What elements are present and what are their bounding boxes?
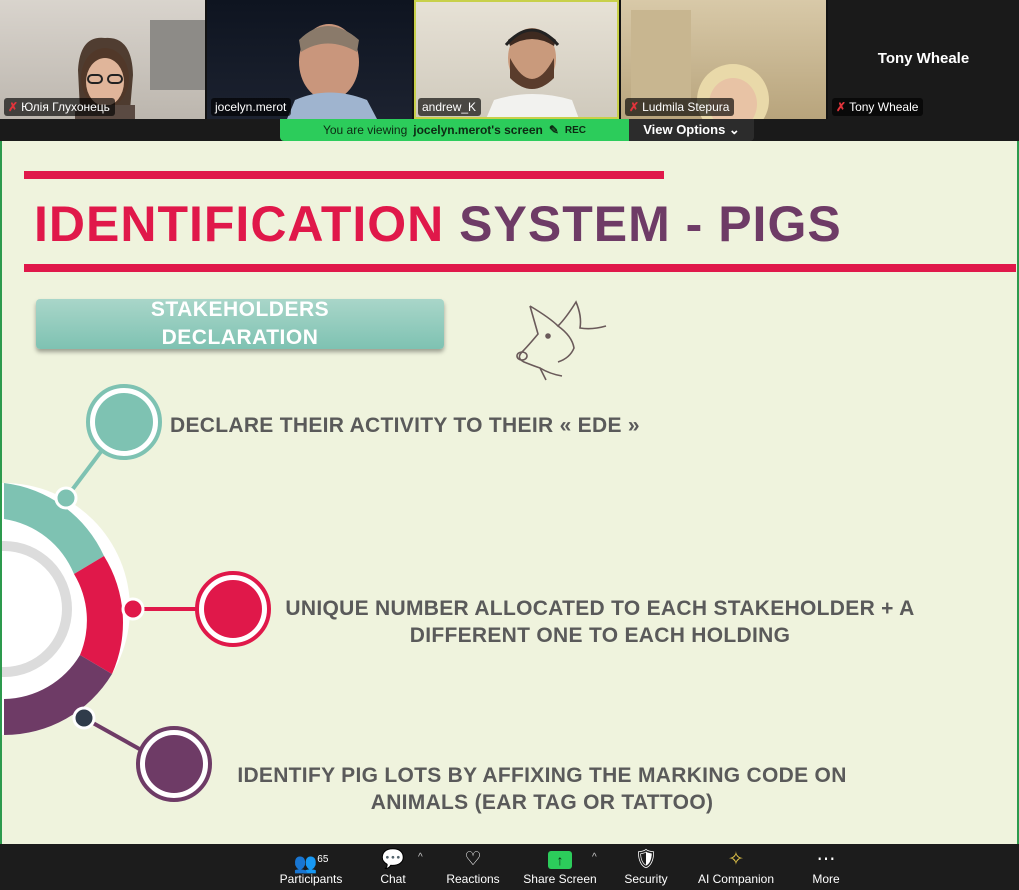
mic-off-icon: ✎ [548, 123, 559, 137]
video-tile-andrew[interactable]: andrew_K [414, 0, 619, 119]
bullet-3-line2: ANIMALS (EAR TAG OR TATTOO) [370, 791, 714, 814]
participant-name: andrew_K [418, 98, 482, 116]
video-tile-ludmila[interactable]: ✗ Ludmila Stepura [621, 0, 826, 119]
more-button[interactable]: ⋯ More [806, 846, 846, 890]
bullet-2: UNIQUE NUMBER ALLOCATED TO EACH STAKEHOL… [270, 595, 930, 649]
title-part1: IDENTIFICATION [34, 196, 445, 252]
share-screen-label: Share Screen [523, 872, 597, 886]
participant-name: jocelyn.merot [211, 98, 292, 116]
participant-count: 65 [317, 854, 329, 865]
bullet-1-text: DECLARE THEIR ACTIVITY TO THEIR « EDE » [170, 414, 640, 437]
top-rule [24, 171, 664, 179]
security-button[interactable]: 🛡 Security [620, 846, 672, 890]
view-options-button[interactable]: View Options ⌄ [629, 119, 754, 141]
sparkle-icon: ✧ [728, 849, 744, 870]
bullet-3-line1: IDENTIFY PIG LOTS BY AFFIXING THE MARKIN… [237, 764, 847, 787]
title-underline [24, 264, 1016, 272]
participants-label: Participants [279, 872, 343, 886]
chat-icon: 💬 [381, 849, 405, 870]
bullet-2-line1: UNIQUE NUMBER ALLOCATED TO EACH STAKEHOL… [285, 597, 915, 620]
pig-icon [516, 300, 607, 381]
screen-share-banner: You are viewing jocelyn.merot's screen ✎… [280, 119, 629, 141]
participants-button[interactable]: 👥65 Participants [276, 846, 346, 890]
stakeholders-declaration-box: STAKEHOLDERS DECLARATION [36, 298, 444, 349]
title-part2: SYSTEM - PIGS [459, 196, 842, 252]
ai-companion-button[interactable]: ✧ AI Companion [694, 846, 778, 890]
video-strip: ✗ Юлія Глухонець jocelyn.merot andrew_K ✗… [0, 0, 1019, 119]
mic-off-icon: ✗ [629, 100, 640, 114]
share-screen-icon: ↑ [522, 846, 598, 872]
meeting-toolbar: 👥65 Participants 💬 Chat ^ ♡ Reactions ↑ … [0, 844, 1019, 890]
heart-icon: ♡ [464, 849, 482, 870]
more-icon: ⋯ [816, 849, 836, 870]
participant-name: ✗ Tony Wheale [832, 98, 924, 116]
participant-name: ✗ Ludmila Stepura [625, 98, 735, 116]
banner-prefix: You are viewing [322, 123, 408, 137]
shield-icon: 🛡 [633, 849, 659, 870]
chat-caret-icon[interactable]: ^ [418, 852, 423, 863]
mic-off-icon: ✗ [836, 100, 847, 114]
share-caret-icon[interactable]: ^ [592, 852, 597, 863]
security-label: Security [624, 872, 668, 886]
ai-companion-label: AI Companion [697, 872, 775, 886]
video-tile-tony[interactable]: Tony Wheale ✗ Tony Wheale [828, 0, 1019, 119]
bullet-3: IDENTIFY PIG LOTS BY AFFIXING THE MARKIN… [222, 762, 862, 816]
reactions-button[interactable]: ♡ Reactions [444, 846, 502, 890]
banner-owner: jocelyn.merot's screen [413, 123, 543, 137]
chat-button[interactable]: 💬 Chat [370, 846, 416, 890]
more-label: More [812, 872, 840, 886]
video-tile-yulia[interactable]: ✗ Юлія Глухонець [0, 0, 205, 119]
bullet-2-line2: DIFFERENT ONE TO EACH HOLDING [409, 624, 791, 647]
participant-display-name: Tony Wheale [877, 50, 970, 67]
stake-line1: STAKEHOLDERS [150, 298, 330, 321]
participants-icon: 👥65 [293, 853, 329, 875]
shared-slide: IDENTIFICATION SYSTEM - PIGS STAKEHOLDER… [0, 141, 1019, 844]
stake-line2: DECLARATION [161, 326, 319, 349]
bullet-1: DECLARE THEIR ACTIVITY TO THEIR « EDE » [170, 412, 640, 439]
mic-off-icon: ✗ [8, 100, 19, 114]
chat-label: Chat [380, 872, 406, 886]
video-tile-jocelyn[interactable]: jocelyn.merot [207, 0, 412, 119]
slide-title: IDENTIFICATION SYSTEM - PIGS [34, 195, 842, 253]
share-screen-button[interactable]: ↑ Share Screen [522, 846, 598, 890]
participant-name: ✗ Юлія Глухонець [4, 98, 115, 116]
reactions-label: Reactions [446, 872, 500, 886]
rec-indicator: REC [564, 124, 587, 136]
